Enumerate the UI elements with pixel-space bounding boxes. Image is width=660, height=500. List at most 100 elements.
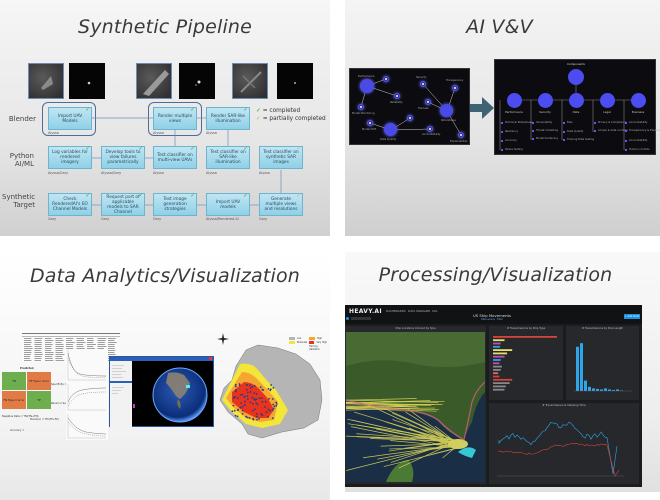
ship-type-bar	[493, 345, 501, 348]
ship-type-bar	[493, 378, 513, 381]
check-icon: ✓	[190, 146, 195, 152]
table-cell	[108, 354, 116, 355]
category-label: Security	[539, 110, 551, 114]
legend-swatch-low	[289, 337, 295, 340]
table-cell	[45, 360, 54, 361]
series-line-red	[498, 442, 620, 477]
metric-curves-chart	[66, 350, 108, 440]
table-cell	[55, 340, 64, 341]
legend-swatch-very-high	[308, 341, 315, 344]
dashboard-selector[interactable]	[351, 317, 371, 320]
sample-point	[259, 386, 262, 389]
shipping-time-line-panel: # Transmissions & Shipping Time	[489, 403, 639, 484]
pipeline-step: Check RenderedAI's EO Channel Models ✓	[48, 193, 92, 216]
legend-swatch-high	[309, 337, 315, 340]
histogram-bar	[576, 346, 579, 391]
table-cell	[24, 360, 32, 361]
table-cell	[34, 358, 42, 359]
confusion-matrix: Predicted TN FP Type I error FN Type II …	[2, 367, 52, 412]
pipeline-step: Test classifier on SAR-like illumination…	[206, 146, 250, 169]
histogram-bar	[592, 388, 595, 391]
risk-heat-map	[219, 344, 323, 439]
slide-title: AI V&V	[466, 16, 533, 38]
sample-point	[264, 406, 266, 408]
table-cell	[108, 338, 116, 339]
globe-viewer-window	[109, 356, 214, 427]
taxonomy-root-label: Components	[567, 62, 585, 66]
legend-validation: Validation	[309, 348, 320, 351]
knowledge-graph-panel: Performance Reliability Model Monitoring…	[349, 68, 470, 145]
table-cell	[87, 348, 95, 349]
table-cell	[24, 340, 32, 341]
close-icon[interactable]	[209, 357, 212, 360]
check-icon: ✓	[138, 146, 143, 152]
table-cell	[45, 356, 53, 357]
graph-label: Performance	[358, 75, 375, 78]
business-hierarchy-icon	[631, 93, 646, 108]
ship-type-bar	[493, 365, 502, 368]
histogram-bar	[596, 388, 599, 391]
taxonomy-item: Vulnerability	[531, 121, 553, 124]
graph-label: Security	[416, 76, 427, 79]
sample-point	[245, 388, 248, 391]
step-owner: Alyssa/Rendered.AI	[206, 217, 239, 221]
ship-type-bar	[493, 385, 506, 388]
nav-sql[interactable]: SQL	[432, 309, 438, 313]
ship-length-histogram-panel: # Transmissions by Ship Length	[566, 326, 639, 400]
graph-hub-node	[384, 123, 397, 136]
step-owner: Alyssa	[206, 131, 217, 135]
sample-point	[258, 397, 261, 400]
route-hub	[448, 439, 468, 449]
add-chart-button[interactable]: + Add Chart	[624, 314, 640, 319]
taxonomy-item: Access & data controls	[594, 129, 628, 132]
nav-dashboards[interactable]: DASHBOARDS	[386, 309, 406, 313]
slide-ai-vv: AI V&V Performance Reliability Model Mon…	[345, 0, 660, 236]
sample-point	[255, 393, 258, 395]
step-owner: Gary	[153, 217, 162, 221]
sample-point	[272, 407, 275, 410]
table-cell	[24, 342, 32, 343]
taxonomy-item: Bias	[562, 121, 573, 124]
histogram-bar	[588, 386, 591, 391]
table-cell	[45, 340, 54, 341]
ship-type-bar	[493, 342, 501, 345]
table-cell	[66, 348, 74, 349]
graph-node	[458, 132, 464, 138]
sample-point	[243, 395, 246, 398]
sample-point	[256, 418, 258, 421]
table-cell	[45, 358, 53, 359]
table-cell	[24, 348, 33, 349]
table-cell	[66, 342, 75, 343]
check-icon: ✓	[85, 107, 90, 113]
table-cell	[76, 338, 85, 339]
step-owner: Alyssa	[153, 171, 164, 175]
nav-data-manager[interactable]: DATA MANAGER	[408, 309, 430, 313]
table-cell	[66, 340, 73, 341]
slide-title: Data Analytics/Visualization	[29, 265, 301, 287]
table-cell	[24, 358, 31, 359]
table-cell	[24, 352, 32, 353]
sample-point	[240, 402, 243, 404]
ship-type-bar	[493, 388, 505, 391]
sample-point	[235, 388, 237, 391]
sample-point	[253, 384, 256, 387]
table-cell	[108, 346, 115, 347]
pipeline-step: Test classifier on synthetic SAR images ✓	[259, 146, 303, 169]
sample-point	[243, 400, 246, 403]
sample-point	[253, 392, 256, 394]
table-cell	[45, 348, 52, 349]
taxonomy-item: Training Data testing	[562, 138, 595, 141]
ship-type-bar	[493, 375, 500, 378]
table-cell	[97, 340, 106, 341]
confusion-cell: FP Type I error	[27, 372, 51, 390]
table-cell	[34, 348, 42, 349]
table-cell	[34, 354, 43, 355]
table-cell	[55, 344, 64, 345]
ship-traffic-map	[346, 332, 485, 482]
graph-label: Robustness	[441, 119, 456, 122]
sample-point	[265, 411, 268, 414]
sample-point	[246, 395, 249, 397]
pipeline-step: Generate multiple views and resolutions ✓	[259, 193, 303, 216]
taxonomy-item: Transparency & Explainability	[624, 129, 660, 132]
toggle-icon[interactable]	[346, 317, 349, 320]
